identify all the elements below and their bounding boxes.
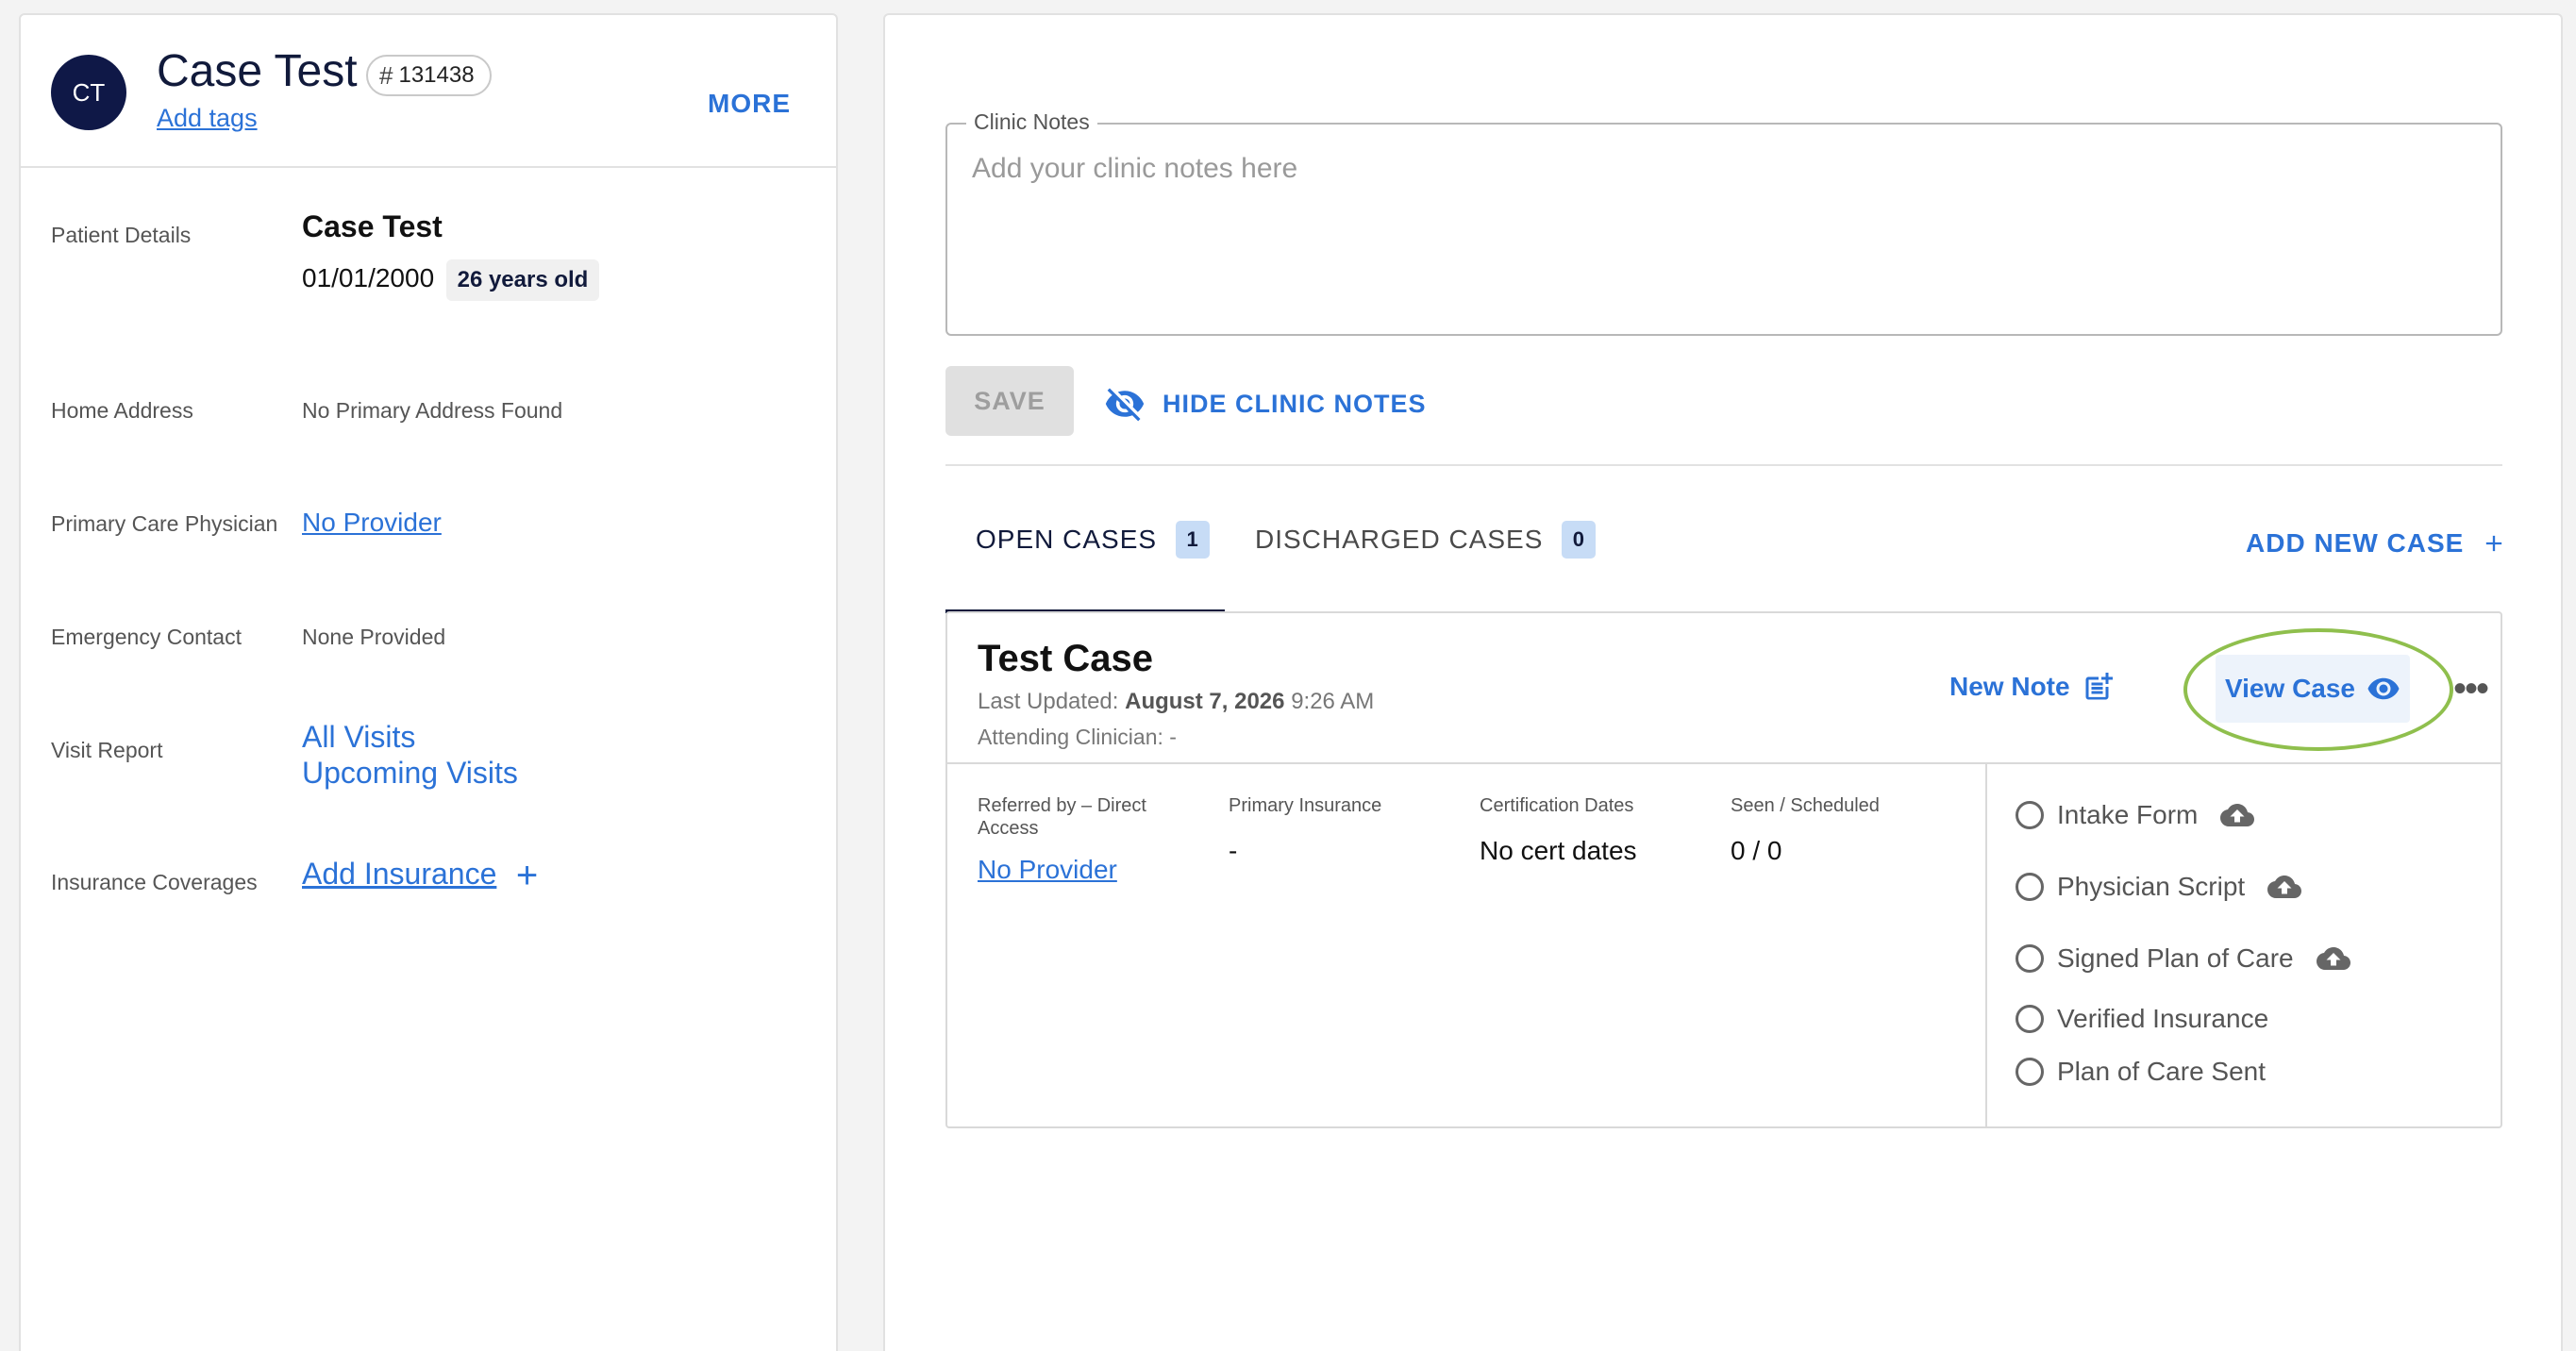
- last-updated-label: Last Updated:: [978, 689, 1119, 714]
- cloud-upload-icon[interactable]: [2267, 870, 2302, 904]
- last-updated-time: 9:26 AM: [1291, 689, 1375, 714]
- primary-insurance-column: Primary Insurance -: [1229, 794, 1455, 866]
- radio-button[interactable]: [2016, 944, 2044, 973]
- tab-open-cases-label: OPEN CASES: [976, 525, 1158, 554]
- tab-discharged-cases-label: DISCHARGED CASES: [1255, 525, 1544, 554]
- patient-id: 131438: [398, 62, 475, 88]
- last-updated-date: August 7, 2026: [1125, 689, 1285, 714]
- clinic-notes-field: Clinic Notes: [945, 109, 2502, 336]
- hide-clinic-notes-button[interactable]: HIDE CLINIC NOTES: [1104, 383, 1427, 425]
- home-address-value: No Primary Address Found: [302, 398, 563, 423]
- eye-icon: [2367, 677, 2400, 700]
- note-add-icon: [2085, 673, 2113, 700]
- view-case-label: View Case: [2224, 674, 2356, 703]
- patient-name: Case Test: [157, 46, 358, 96]
- primary-insurance-label: Primary Insurance: [1229, 795, 1382, 816]
- radio-button[interactable]: [2016, 873, 2044, 901]
- patient-id-chip: # 131438: [366, 55, 492, 96]
- plus-icon: [2486, 535, 2502, 552]
- upcoming-visits-link[interactable]: Upcoming Visits: [302, 755, 518, 791]
- case-title: Test Case: [978, 638, 1154, 679]
- age-badge: 26 years old: [445, 259, 600, 301]
- checklist-item[interactable]: Signed Plan of Care: [2016, 942, 2350, 976]
- checklist-item[interactable]: Plan of Care Sent: [2016, 1057, 2266, 1087]
- checklist-label: Intake Form: [2057, 800, 2199, 829]
- primary-insurance-value: -: [1229, 836, 1238, 865]
- case-card: Test Case Last Updated: August 7, 2026 9…: [945, 611, 2502, 1128]
- cases-panel: Clinic Notes SAVE HIDE CLINIC NOTES OPEN…: [883, 13, 2563, 1351]
- checklist-item[interactable]: Physician Script: [2016, 870, 2302, 904]
- radio-button[interactable]: [2016, 801, 2044, 829]
- checklist-label: Signed Plan of Care: [2057, 943, 2294, 973]
- more-button[interactable]: MORE: [708, 89, 791, 119]
- patient-panel: CT Case Test # 131438 Add tags MORE Pati…: [19, 13, 838, 1351]
- referred-by-label: Referred by – Direct Access: [978, 795, 1146, 839]
- seen-scheduled-column: Seen / Scheduled 0 / 0: [1731, 794, 1957, 866]
- referred-by-link[interactable]: No Provider: [978, 855, 1204, 885]
- patient-header: CT Case Test # 131438 Add tags MORE: [21, 15, 836, 168]
- add-tags-link[interactable]: Add tags: [157, 104, 258, 133]
- card-divider: [947, 762, 2501, 764]
- card-column-divider: [1985, 762, 1987, 1128]
- add-new-case-button[interactable]: ADD NEW CASE: [2246, 528, 2507, 559]
- certification-dates-value: No cert dates: [1480, 836, 1637, 865]
- hide-clinic-notes-label: HIDE CLINIC NOTES: [1163, 389, 1427, 418]
- eye-off-icon: [1105, 388, 1145, 422]
- visit-report-label: Visit Report: [51, 738, 163, 762]
- checklist-item[interactable]: Verified Insurance: [2016, 1004, 2268, 1034]
- all-visits-link[interactable]: All Visits: [302, 719, 518, 755]
- new-note-button[interactable]: New Note: [1949, 670, 2116, 704]
- cloud-upload-icon[interactable]: [2316, 942, 2350, 976]
- hash-icon: #: [379, 60, 393, 90]
- insurance-label: Insurance Coverages: [51, 870, 258, 894]
- pcp-label: Primary Care Physician: [51, 511, 278, 536]
- clinic-notes-input[interactable]: [972, 153, 2472, 304]
- checklist-label: Physician Script: [2057, 872, 2246, 901]
- patient-details-name: Case Test: [302, 209, 443, 243]
- emergency-contact-label: Emergency Contact: [51, 625, 242, 649]
- discharged-cases-count-badge: 0: [1562, 521, 1597, 559]
- new-note-label: New Note: [1949, 672, 2070, 701]
- checklist-item[interactable]: Intake Form: [2016, 798, 2255, 832]
- case-last-updated: Last Updated: August 7, 2026 9:26 AM: [978, 689, 1374, 715]
- seen-scheduled-label: Seen / Scheduled: [1731, 795, 1880, 816]
- tab-discharged-cases[interactable]: DISCHARGED CASES 0: [1255, 513, 1597, 566]
- pcp-link[interactable]: No Provider: [302, 508, 442, 538]
- emergency-contact-value: None Provided: [302, 625, 446, 649]
- home-address-label: Home Address: [51, 398, 193, 423]
- radio-button[interactable]: [2016, 1005, 2044, 1033]
- checklist-label: Plan of Care Sent: [2057, 1057, 2267, 1086]
- clinic-notes-label: Clinic Notes: [966, 109, 1097, 135]
- plus-icon[interactable]: +: [516, 855, 538, 896]
- certification-dates-label: Certification Dates: [1480, 795, 1634, 816]
- date-of-birth: 01/01/2000: [302, 263, 435, 292]
- seen-scheduled-value: 0 / 0: [1731, 836, 1782, 865]
- referred-by-column: Referred by – Direct Access No Provider: [978, 794, 1204, 885]
- avatar: CT: [51, 55, 126, 130]
- cloud-upload-icon[interactable]: [2220, 798, 2255, 832]
- open-cases-count-badge: 1: [1176, 521, 1211, 559]
- view-case-button[interactable]: View Case: [2216, 655, 2410, 723]
- attending-clinician: Attending Clinician: -: [978, 725, 1177, 749]
- certification-dates-column: Certification Dates No cert dates: [1480, 794, 1706, 866]
- add-insurance-link[interactable]: Add Insurance: [302, 857, 496, 891]
- radio-button[interactable]: [2016, 1058, 2044, 1086]
- tab-open-cases[interactable]: OPEN CASES 1: [976, 513, 1211, 566]
- save-button[interactable]: SAVE: [945, 366, 1074, 436]
- add-new-case-label: ADD NEW CASE: [2246, 528, 2465, 558]
- checklist-label: Verified Insurance: [2057, 1004, 2269, 1033]
- patient-details-label: Patient Details: [51, 223, 192, 247]
- more-horiz-icon[interactable]: •••: [2453, 670, 2489, 708]
- section-divider: [945, 464, 2502, 466]
